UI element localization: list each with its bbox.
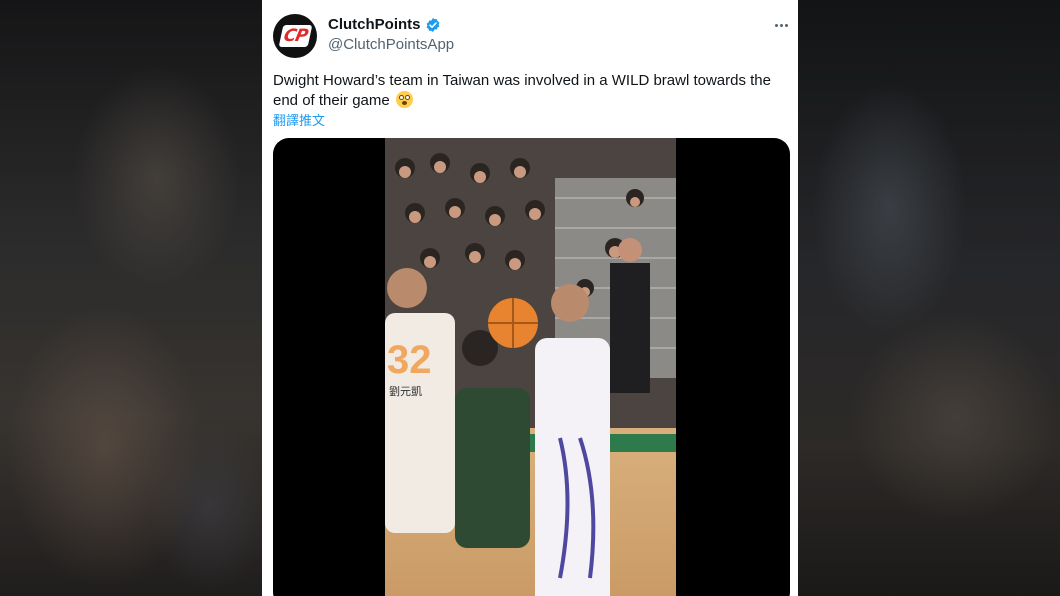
blurred-background-left [0, 0, 262, 596]
tweet-body: Dwight Howard’s team in Taiwan was invol… [273, 72, 771, 109]
video-frame[interactable]: 32 劉元凱 [385, 138, 676, 596]
translate-tweet-link[interactable]: 翻譯推文 [273, 110, 325, 129]
players-image: 32 劉元凱 [385, 268, 610, 596]
verified-badge-icon [426, 17, 439, 32]
jersey-name: 劉元凱 [389, 384, 422, 398]
avatar-logo: CP [278, 25, 312, 47]
tweet-card: CP ClutchPoints @ClutchPointsApp Dwight … [262, 0, 798, 596]
avatar[interactable]: CP [273, 14, 317, 58]
tweet-video[interactable]: 32 劉元凱 [273, 138, 790, 596]
author-display-name[interactable]: ClutchPoints [328, 16, 421, 33]
more-options-icon[interactable] [770, 14, 792, 36]
flushed-face-icon [395, 91, 413, 108]
tweet-text: Dwight Howard’s team in Taiwan was invol… [273, 71, 788, 111]
blurred-background-right [798, 0, 1060, 596]
jersey-number: 32 [387, 338, 432, 382]
author-handle[interactable]: @ClutchPointsApp [328, 36, 454, 53]
author-name-row: ClutchPoints [328, 16, 441, 33]
